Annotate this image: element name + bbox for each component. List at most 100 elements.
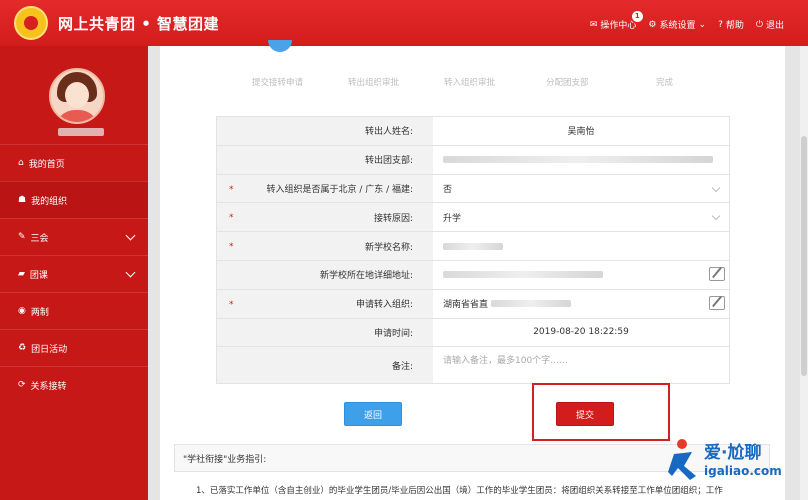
required-mark: *: [229, 299, 234, 310]
field-label: 备注:: [217, 347, 433, 384]
scrollbar-thumb[interactable]: [801, 136, 807, 376]
sidebar-item-label: 我的首页: [28, 159, 65, 170]
site-brand: 网上共青团 • 智慧团建: [58, 15, 220, 33]
runner-logo-icon: [668, 439, 696, 480]
field-label: 转出人姓名:: [217, 117, 433, 145]
form-row: * 申请转入组织: 湖南省省直: [217, 289, 729, 319]
form-row: 申请时间: 2019-08-20 18:22:59: [217, 318, 729, 348]
sidebar-item-relation-transfer[interactable]: ⟳ 关系接转: [0, 366, 148, 403]
transfer-form: 转出人姓名: 吴南怡 转出团支部: * 转入组织是否属于北京 / 广东 / 福建…: [216, 116, 730, 385]
out-branch-value: [433, 146, 729, 174]
avatar-face: [65, 82, 89, 108]
help-label: 帮助: [725, 21, 744, 31]
sidebar-item-my-org[interactable]: ☗ 我的组织: [0, 181, 148, 218]
guide-text: 1、已落实工作单位（含自主创业）的毕业学生团员/毕业后因公出国（境）工作的毕业学…: [196, 486, 723, 496]
redacted-text: [443, 271, 603, 279]
form-row: * 新学校名称:: [217, 232, 729, 261]
target-org-value: 湖南省省直: [443, 300, 489, 311]
step-complete: 完成: [656, 78, 674, 88]
target-org-input[interactable]: 湖南省省直: [433, 290, 729, 318]
current-step-dot: [268, 40, 292, 52]
region-select[interactable]: 否: [433, 175, 729, 203]
circle-icon: ◉: [18, 306, 26, 316]
reason-select-value: 升学: [443, 213, 462, 224]
watermark-brand: 爱·尬聊: [704, 443, 762, 463]
field-label: 申请时间:: [217, 318, 433, 347]
submit-button[interactable]: 提交: [556, 402, 614, 426]
help-icon: ?: [718, 19, 723, 30]
sidebar-item-label: 团课: [29, 270, 48, 281]
system-settings-label: 系统设置: [659, 21, 696, 31]
form-row: 新学校所在地详细地址:: [217, 260, 729, 290]
youth-league-logo-icon: [14, 6, 48, 40]
form-row: 转出人姓名: 吴南怡: [217, 117, 729, 146]
step-in-approval: 转入组织审批: [444, 78, 496, 88]
required-mark: *: [229, 184, 234, 195]
field-label: 新学校名称:: [217, 232, 433, 260]
envelope-icon: ✉: [589, 19, 598, 30]
user-name-redacted: [58, 128, 104, 136]
edit-icon[interactable]: [709, 295, 725, 310]
region-select-value: 否: [443, 184, 453, 195]
remark-placeholder: 请输入备注，最多100个字……: [443, 356, 569, 367]
apply-time-value: 2019-08-20 18:22:59: [533, 327, 629, 338]
field-label: 转入组织是否属于北京 / 广东 / 福建:: [217, 174, 433, 203]
field-label: 转出团支部:: [217, 145, 433, 174]
sidebar-item-label: 团日活动: [31, 344, 68, 355]
logout-label: 退出: [765, 21, 784, 31]
redacted-text: [490, 300, 571, 308]
field-label: 申请转入组织:: [217, 289, 433, 318]
form-row: * 接转原因: 升学: [217, 203, 729, 233]
step-out-approval: 转出组织审批: [348, 78, 400, 88]
field-label: 新学校所在地详细地址:: [217, 260, 433, 289]
form-row: * 转入组织是否属于北京 / 广东 / 福建: 否: [217, 174, 729, 204]
group-icon: ☗: [18, 195, 27, 205]
operation-center-link[interactable]: ✉ 操作中心 1: [589, 11, 643, 31]
chevron-down-icon: [125, 267, 136, 278]
sidebar-menu: ⌂ 我的首页 ☗ 我的组织 ✎ 三会 ▰ 团课 ◉ 两制 ♻ 团日活动 ⟳ 关系…: [0, 144, 148, 403]
form-row: 转出团支部:: [217, 145, 729, 175]
help-link[interactable]: ? 帮助: [718, 18, 744, 32]
applicant-name-value: 吴南怡: [567, 127, 595, 138]
home-icon: ⌂: [18, 158, 24, 168]
notification-badge: 1: [631, 11, 643, 22]
redacted-text: [443, 156, 713, 164]
watermark-url: igaliao.com: [704, 464, 782, 478]
refresh-icon: ⟳: [18, 380, 26, 390]
back-button[interactable]: 返回: [344, 402, 402, 426]
watermark: 爱·尬聊 igaliao.com: [662, 432, 808, 494]
logout-link[interactable]: ⏻ 退出: [755, 18, 784, 32]
sidebar-item-two-systems[interactable]: ◉ 两制: [0, 292, 148, 329]
step-submit: 提交接转申请: [252, 78, 304, 88]
edit-icon[interactable]: [709, 266, 725, 281]
remark-textarea[interactable]: 请输入备注，最多100个字……: [433, 347, 729, 383]
sidebar-item-league-day[interactable]: ♻ 团日活动: [0, 329, 148, 366]
sidebar: ⌂ 我的首页 ☗ 我的组织 ✎ 三会 ▰ 团课 ◉ 两制 ♻ 团日活动 ⟳ 关系…: [0, 46, 148, 500]
sidebar-item-league-class[interactable]: ▰ 团课: [0, 255, 148, 292]
recycle-icon: ♻: [18, 343, 27, 353]
sidebar-item-label: 我的组织: [31, 196, 68, 207]
sidebar-item-label: 关系接转: [30, 381, 67, 392]
gear-icon: ⚙: [648, 19, 657, 30]
sidebar-item-home[interactable]: ⌂ 我的首页: [0, 144, 148, 181]
edit-icon: ✎: [18, 232, 26, 242]
header-nav: ✉ 操作中心 1 ⚙ 系统设置 ⌄ ? 帮助 ⏻ 退出: [589, 11, 784, 32]
system-settings-link[interactable]: ⚙ 系统设置 ⌄: [648, 18, 707, 32]
chevron-down-icon: ⌄: [698, 19, 707, 30]
redacted-text: [443, 242, 503, 250]
sidebar-item-three-meetings[interactable]: ✎ 三会: [0, 218, 148, 255]
sidebar-item-label: 三会: [30, 233, 49, 244]
reason-select[interactable]: 升学: [433, 203, 729, 231]
sidebar-item-label: 两制: [30, 307, 49, 318]
avatar[interactable]: [49, 68, 105, 124]
form-row: 备注: 请输入备注，最多100个字……: [217, 347, 729, 384]
folder-icon: ▰: [18, 269, 25, 279]
school-address-input[interactable]: [433, 261, 729, 289]
progress-steps: 提交接转申请 转出组织审批 转入组织审批 分配团支部 完成: [160, 40, 785, 96]
power-icon: ⏻: [755, 19, 763, 30]
step-assign-branch: 分配团支部: [546, 78, 589, 88]
new-school-input[interactable]: [433, 232, 729, 260]
top-header: 网上共青团 • 智慧团建 ✉ 操作中心 1 ⚙ 系统设置 ⌄ ? 帮助 ⏻ 退出: [0, 0, 808, 46]
chevron-down-icon: [711, 212, 721, 221]
avatar-body: [55, 110, 99, 122]
